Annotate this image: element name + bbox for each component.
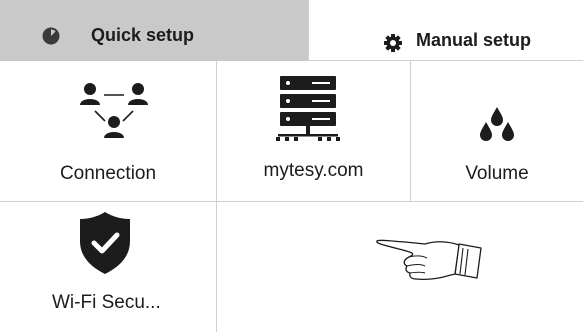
tab-quick-setup[interactable]: Quick setup [0,0,308,61]
tab-manual-setup-label: Manual setup [416,30,532,50]
tile-connection-label: Connection [59,163,157,184]
tile-empty [217,202,583,332]
tile-wifi-security-label: Wi-Fi Secu... [52,292,161,313]
pointing-hand-icon [376,239,482,281]
water-drops-icon [480,107,514,141]
tile-volume-label: Volume [465,163,529,184]
network-users-icon [80,83,148,138]
clock-icon [42,27,60,45]
tab-manual-setup[interactable]: Manual setup [308,0,583,61]
tile-mytesy-label: mytesy.com [263,160,364,181]
setup-tile-grid: Connection mytesy.com Volume Wi-Fi Secu.… [0,61,583,332]
tile-wifi-security[interactable]: Wi-Fi Secu... [0,202,217,332]
tile-volume[interactable]: Volume [411,61,583,202]
shield-check-icon [80,212,130,274]
tile-connection[interactable]: Connection [0,61,217,202]
tab-quick-setup-label: Quick setup [91,25,195,45]
tile-mytesy[interactable]: mytesy.com [217,61,411,202]
server-icon [276,76,340,141]
gear-icon [384,34,402,52]
